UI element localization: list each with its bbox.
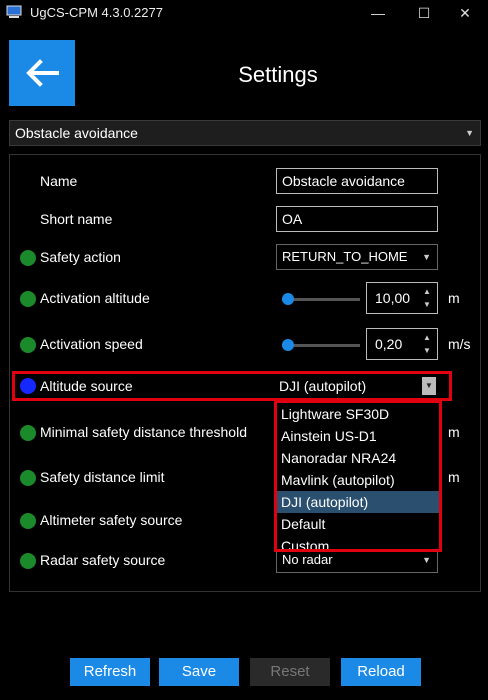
- activation-altitude-stepper[interactable]: 10,00 ▲ ▼: [366, 282, 438, 314]
- row-activation-speed: Activation speed 0,20 ▲ ▼ m/s: [10, 328, 482, 360]
- dropdown-option[interactable]: Default: [277, 513, 439, 535]
- settings-panel: Name Obstacle avoidance Short name OA Sa…: [9, 154, 481, 592]
- safety-distance-limit-label: Safety distance limit: [40, 469, 165, 485]
- short-name-label: Short name: [40, 211, 113, 227]
- name-label: Name: [40, 173, 78, 189]
- chevron-down-icon[interactable]: ▼: [422, 298, 432, 311]
- status-indicator: [20, 513, 36, 529]
- activation-altitude-value: 10,00: [375, 290, 411, 306]
- radar-safety-source-label: Radar safety source: [40, 552, 166, 568]
- altitude-source-value: DJI (autopilot): [279, 378, 367, 394]
- row-name: Name Obstacle avoidance: [10, 166, 482, 196]
- chevron-down-icon[interactable]: ▼: [422, 377, 436, 395]
- chevron-up-icon[interactable]: ▲: [422, 331, 432, 344]
- slider-thumb[interactable]: [282, 339, 294, 351]
- status-indicator: [20, 425, 36, 441]
- status-indicator: [20, 553, 36, 569]
- profile-select-value: Obstacle avoidance: [15, 125, 138, 141]
- activation-speed-stepper[interactable]: 0,20 ▲ ▼: [366, 328, 438, 360]
- activation-altitude-slider[interactable]: [282, 292, 360, 306]
- safety-action-value: RETURN_TO_HOME: [282, 249, 408, 264]
- dropdown-option[interactable]: Custom: [277, 535, 439, 549]
- stepper-arrows[interactable]: ▲ ▼: [422, 285, 432, 311]
- refresh-button[interactable]: Refresh: [70, 658, 150, 686]
- name-input[interactable]: Obstacle avoidance: [276, 168, 438, 194]
- status-indicator: [20, 250, 36, 266]
- chevron-down-icon: ▼: [465, 128, 474, 138]
- minimize-button[interactable]: —: [355, 0, 401, 26]
- stepper-arrows[interactable]: ▲ ▼: [422, 331, 432, 357]
- unit-label: m/s: [448, 336, 471, 352]
- short-name-input[interactable]: OA: [276, 206, 438, 232]
- row-safety-action: Safety action RETURN_TO_HOME ▼: [10, 242, 482, 272]
- maximize-button[interactable]: ☐: [401, 0, 447, 26]
- title-bar: UgCS-CPM 4.3.0.2277 — ☐ ✕: [0, 0, 488, 26]
- activation-altitude-label: Activation altitude: [40, 290, 150, 306]
- unit-label: m: [448, 469, 460, 485]
- reset-button[interactable]: Reset: [250, 658, 330, 686]
- status-indicator: [20, 470, 36, 486]
- dropdown-option[interactable]: Ainstein US-D1: [277, 425, 439, 447]
- unit-label: m: [448, 290, 460, 306]
- app-icon: [6, 5, 22, 18]
- page-title: Settings: [238, 62, 318, 87]
- header: Settings: [0, 26, 488, 116]
- status-indicator: [20, 291, 36, 307]
- altimeter-safety-source-label: Altimeter safety source: [40, 512, 183, 528]
- altitude-source-options: Lightware SF30D Ainstein US-D1 Nanoradar…: [274, 400, 442, 552]
- activation-speed-label: Activation speed: [40, 336, 143, 352]
- action-bar: Refresh Save Reset Reload: [0, 658, 488, 688]
- dropdown-option-selected[interactable]: DJI (autopilot): [277, 491, 439, 513]
- dropdown-option[interactable]: Lightware SF30D: [277, 403, 439, 425]
- slider-thumb[interactable]: [282, 293, 294, 305]
- min-safety-distance-label: Minimal safety distance threshold: [40, 424, 247, 440]
- close-button[interactable]: ✕: [442, 0, 488, 26]
- chevron-up-icon[interactable]: ▲: [422, 285, 432, 298]
- radar-safety-source-value: No radar: [282, 552, 333, 567]
- reload-button[interactable]: Reload: [341, 658, 421, 686]
- row-activation-altitude: Activation altitude 10,00 ▲ ▼ m: [10, 282, 482, 314]
- row-short-name: Short name OA: [10, 204, 482, 234]
- chevron-down-icon: ▼: [422, 252, 431, 262]
- chevron-down-icon[interactable]: ▼: [422, 344, 432, 357]
- safety-action-select[interactable]: RETURN_TO_HOME ▼: [276, 244, 438, 270]
- unit-label: m: [448, 424, 460, 440]
- profile-select[interactable]: Obstacle avoidance ▼: [9, 120, 481, 146]
- activation-speed-value: 0,20: [375, 336, 403, 352]
- save-button[interactable]: Save: [159, 658, 239, 686]
- safety-action-label: Safety action: [40, 249, 121, 265]
- altitude-source-select[interactable]: DJI (autopilot) ▼: [276, 374, 438, 398]
- activation-speed-slider[interactable]: [282, 338, 360, 352]
- dropdown-option[interactable]: Nanoradar NRA24: [277, 447, 439, 469]
- window-title: UgCS-CPM 4.3.0.2277: [30, 5, 163, 20]
- status-indicator: [20, 337, 36, 353]
- dropdown-option[interactable]: Mavlink (autopilot): [277, 469, 439, 491]
